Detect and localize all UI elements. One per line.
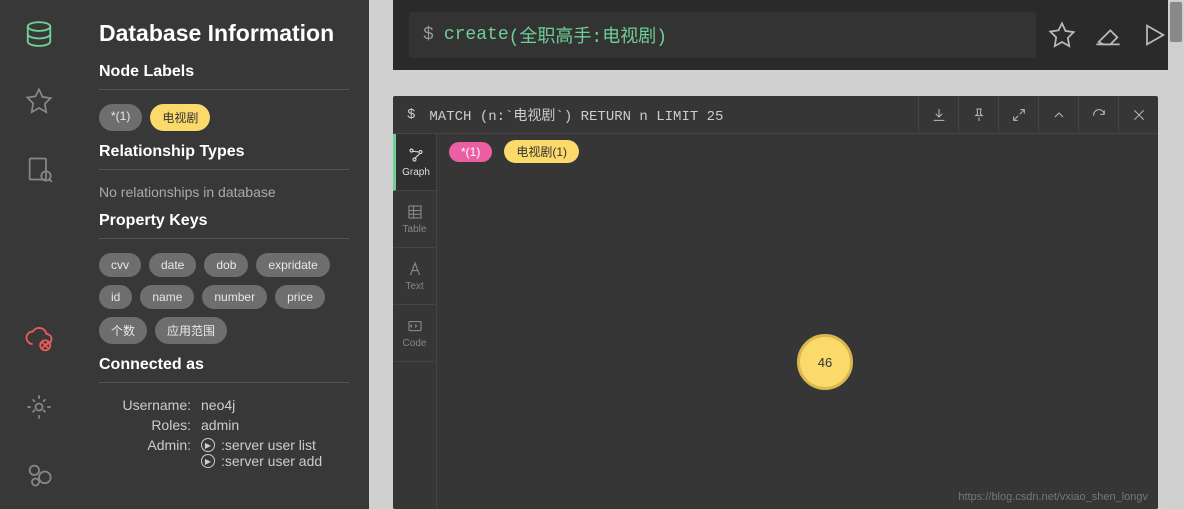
pin-icon[interactable] [958, 96, 998, 134]
sidebar: Database Information Node Labels *(1) 电视… [77, 0, 369, 509]
result-header: $ MATCH (n:`电视剧`) RETURN n LIMIT 25 [393, 96, 1158, 134]
close-icon[interactable] [1118, 96, 1158, 134]
admin-label: Admin: [99, 437, 191, 469]
chip-label-tv[interactable]: 电视剧 [150, 104, 210, 131]
scrollbar[interactable] [1168, 0, 1184, 509]
chip-prop[interactable]: number [202, 285, 267, 309]
watermark: https://blog.csdn.net/vxiao_shen_longv [958, 491, 1148, 503]
nav-settings[interactable] [0, 373, 77, 441]
node-labels-chips: *(1) 电视剧 [99, 104, 349, 131]
nav-cloud-sync[interactable] [0, 305, 77, 373]
tab-text[interactable]: Text [393, 248, 436, 305]
expand-icon[interactable] [998, 96, 1038, 134]
chip-prop[interactable]: cvv [99, 253, 141, 277]
admin-cmd[interactable]: ▶:server user add [201, 453, 349, 469]
nav-rail [0, 0, 77, 509]
chip-prop[interactable]: expridate [256, 253, 329, 277]
favorite-icon[interactable] [1048, 21, 1076, 49]
nav-favorites[interactable] [0, 67, 77, 135]
chip-prop[interactable]: dob [204, 253, 248, 277]
main: $ create(全职高手:电视剧) $ MATCH (n:`电视剧`) RET… [369, 0, 1184, 509]
editor-input[interactable]: $ create(全职高手:电视剧) [409, 12, 1036, 58]
app-root: Database Information Node Labels *(1) 电视… [0, 0, 1184, 509]
eraser-icon[interactable] [1094, 21, 1122, 49]
tab-code[interactable]: Code [393, 305, 436, 362]
editor-keyword: create [444, 25, 509, 45]
chip-prop[interactable]: date [149, 253, 196, 277]
sidebar-title: Database Information [99, 20, 349, 47]
download-icon[interactable] [918, 96, 958, 134]
section-prop-keys: Property Keys [99, 212, 349, 230]
tab-table[interactable]: Table [393, 191, 436, 248]
section-connected: Connected as [99, 356, 349, 374]
logo [0, 0, 77, 67]
chip-prop[interactable]: 个数 [99, 317, 147, 344]
rel-empty-text: No relationships in database [99, 184, 349, 200]
badge-all[interactable]: *(1) [449, 142, 492, 162]
admin-cmd[interactable]: ▶:server user list [201, 437, 349, 453]
prop-keys-chips: cvv date dob expridate id name number pr… [99, 253, 349, 344]
chip-prop[interactable]: 应用范围 [155, 317, 227, 344]
roles-value: admin [201, 417, 349, 433]
collapse-up-icon[interactable] [1038, 96, 1078, 134]
nav-about[interactable] [0, 441, 77, 509]
view-tabs: Graph Table Text Code [393, 134, 437, 509]
section-node-labels: Node Labels [99, 63, 349, 81]
rerun-icon[interactable] [1078, 96, 1118, 134]
connected-grid: Username: neo4j Roles: admin Admin: ▶:se… [99, 397, 349, 469]
username-value: neo4j [201, 397, 349, 413]
username-label: Username: [99, 397, 191, 413]
editor-prompt: $ [423, 25, 434, 45]
tab-graph[interactable]: Graph [393, 134, 436, 191]
result-query: MATCH (n:`电视剧`) RETURN n LIMIT 25 [429, 105, 723, 125]
editor-bar: $ create(全职高手:电视剧) [393, 0, 1184, 70]
graph-node[interactable]: 46 [797, 334, 853, 390]
chip-prop[interactable]: price [275, 285, 325, 309]
chip-prop[interactable]: name [140, 285, 194, 309]
chip-prop[interactable]: id [99, 285, 132, 309]
roles-label: Roles: [99, 417, 191, 433]
editor-args: (全职高手:电视剧) [509, 22, 667, 48]
play-icon[interactable] [1140, 21, 1168, 49]
result-prompt-sign: $ [407, 107, 415, 123]
chip-all-nodes[interactable]: *(1) [99, 104, 142, 131]
nav-documents[interactable] [0, 135, 77, 203]
result-frame: $ MATCH (n:`电视剧`) RETURN n LIMIT 25 Gr [393, 96, 1158, 509]
badge-label[interactable]: 电视剧(1) [504, 140, 579, 163]
graph-canvas[interactable]: *(1) 电视剧(1) 46 https://blog.csdn.net/vxi… [437, 134, 1158, 509]
section-rel-types: Relationship Types [99, 143, 349, 161]
